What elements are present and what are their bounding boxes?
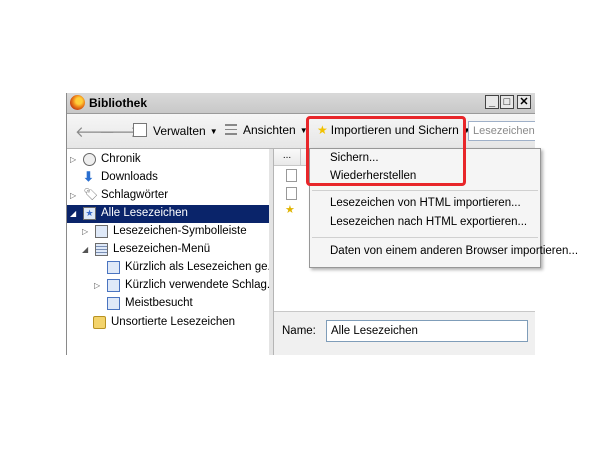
tree-item-chronik[interactable]: ▷ Chronik xyxy=(67,151,269,169)
tree-item-symbolleiste[interactable]: ▷ Lesezeichen-Symbolleiste xyxy=(67,223,269,241)
tree-item-label: Lesezeichen-Menü xyxy=(113,243,211,255)
tree-item-label: Alle Lesezeichen xyxy=(101,207,188,219)
expand-icon[interactable]: ▷ xyxy=(82,227,88,236)
column-picker-button[interactable]: ... xyxy=(274,149,301,165)
smart-folder-icon xyxy=(107,279,120,292)
tree-item-label: Kürzlich verwendete Schlag... xyxy=(125,279,277,291)
highlight-box xyxy=(306,116,466,186)
verwalten-label: Verwalten xyxy=(153,124,206,138)
tree-item-kuerzlich-lesezeichen[interactable]: Kürzlich als Lesezeichen ge... xyxy=(67,259,277,277)
expand-icon[interactable]: ▷ xyxy=(70,155,76,164)
close-button[interactable]: ✕ xyxy=(517,95,531,109)
title-bar: Bibliothek _ □ ✕ xyxy=(67,93,535,114)
page-icon xyxy=(286,169,297,182)
ansichten-label: Ansichten xyxy=(243,123,296,137)
views-icon xyxy=(225,124,237,135)
tree-item-label: Meistbesucht xyxy=(125,297,193,309)
smart-folder-icon xyxy=(107,297,120,310)
tree-item-label: Unsortierte Lesezeichen xyxy=(111,316,236,328)
manage-icon xyxy=(133,123,147,137)
toolbar-folder-icon xyxy=(95,225,108,238)
clock-icon xyxy=(83,153,96,166)
maximize-button[interactable]: □ xyxy=(500,95,514,109)
search-input[interactable]: Lesezeichen xyxy=(468,121,535,141)
smart-folder-icon xyxy=(107,261,120,274)
tree-item-meistbesucht[interactable]: Meistbesucht xyxy=(67,295,269,313)
tree-item-label: Downloads xyxy=(101,171,158,183)
caret-icon: ▼ xyxy=(209,127,218,136)
tree-item-kuerzlich-schlagwoerter[interactable]: ▷ Kürzlich verwendete Schlag... xyxy=(67,277,277,295)
menu-item-html-export[interactable]: Lesezeichen nach HTML exportieren... xyxy=(330,216,527,228)
name-field[interactable]: Alle Lesezeichen xyxy=(326,320,528,342)
tree-item-label: Chronik xyxy=(101,153,141,165)
tree-item-label: Kürzlich als Lesezeichen ge... xyxy=(125,261,278,273)
tag-icon: 🏷 xyxy=(83,187,99,201)
minimize-button[interactable]: _ xyxy=(485,95,499,109)
tree-item-unsortiert[interactable]: Unsortierte Lesezeichen xyxy=(67,314,269,332)
tree-item-schlagwoerter[interactable]: ▷ 🏷 Schlagwörter xyxy=(67,187,269,205)
menu-item-html-import[interactable]: Lesezeichen von HTML importieren... xyxy=(330,197,521,209)
tree-item-downloads[interactable]: ⬇ Downloads xyxy=(67,169,269,187)
collapse-icon[interactable]: ◢ xyxy=(82,245,88,254)
ansichten-menu-button[interactable]: Ansichten ▼ xyxy=(225,123,308,137)
star-icon: ★ xyxy=(285,204,295,216)
tree-item-alle-lesezeichen[interactable]: ◢ ★ Alle Lesezeichen xyxy=(67,205,269,223)
firefox-icon xyxy=(70,95,85,110)
tree-item-label: Lesezeichen-Symbolleiste xyxy=(113,225,247,237)
download-arrow-icon: ⬇ xyxy=(83,169,94,184)
details-pane: Name: Alle Lesezeichen xyxy=(274,311,535,355)
verwalten-menu-button[interactable]: Verwalten ▼ xyxy=(133,123,218,138)
bookmarks-star-icon: ★ xyxy=(83,207,96,220)
window-title: Bibliothek xyxy=(89,96,148,110)
name-label: Name: xyxy=(282,325,316,337)
page-icon xyxy=(286,187,297,200)
unsorted-folder-icon xyxy=(93,316,106,329)
menu-item-browser-import[interactable]: Daten von einem anderen Browser importie… xyxy=(330,245,578,257)
sidebar-tree: ▷ Chronik ⬇ Downloads ▷ 🏷 Schlagwörter ◢… xyxy=(67,149,277,355)
menu-separator xyxy=(312,237,538,238)
tree-item-lesezeichen-menue[interactable]: ◢ Lesezeichen-Menü xyxy=(67,241,269,259)
tree-item-label: Schlagwörter xyxy=(101,189,169,201)
menu-separator xyxy=(312,190,538,191)
collapse-icon[interactable]: ◢ xyxy=(70,209,76,218)
expand-icon[interactable]: ▷ xyxy=(94,281,100,290)
menu-folder-icon xyxy=(95,243,108,256)
expand-icon[interactable]: ▷ xyxy=(70,191,76,200)
